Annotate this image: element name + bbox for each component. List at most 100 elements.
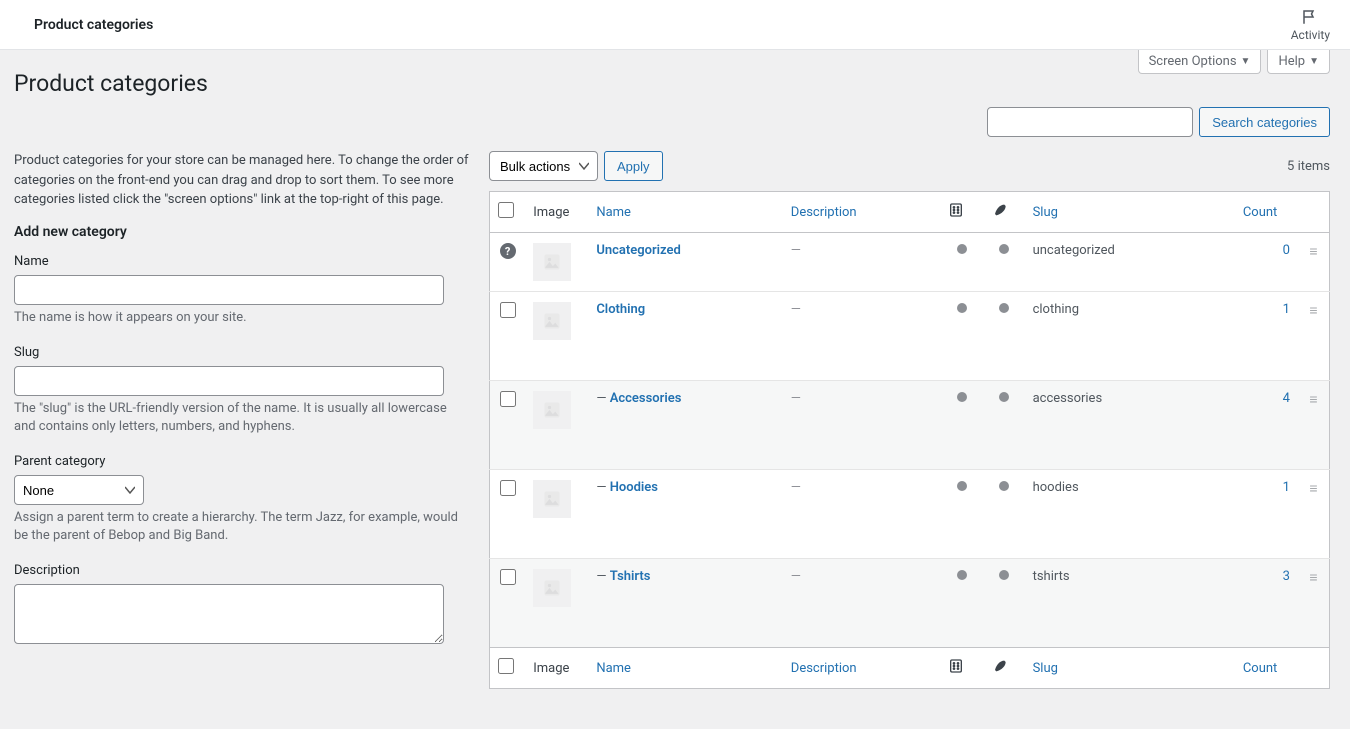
count-link[interactable]: 4 <box>1283 391 1290 406</box>
tablenav-top: Bulk actions Apply 5 items <box>489 151 1330 181</box>
category-name-link[interactable]: Uncategorized <box>596 243 681 258</box>
header-handle <box>1298 192 1330 233</box>
slug-cell: tshirts <box>1025 559 1235 648</box>
add-category-heading: Add new category <box>14 224 469 240</box>
footer-slug[interactable]: Slug <box>1025 648 1235 689</box>
status-dot-icon <box>999 481 1009 491</box>
help-label: Help <box>1278 54 1305 69</box>
table-row: — Hoodies—hoodies1≡ <box>490 470 1330 559</box>
status-dot-icon <box>957 481 967 491</box>
status-dot-icon <box>999 244 1009 254</box>
apply-button[interactable]: Apply <box>604 151 663 181</box>
bulk-actions-select[interactable]: Bulk actions <box>489 151 598 181</box>
search-row: Search categories <box>14 107 1330 137</box>
status-dot-icon <box>957 244 967 254</box>
status-dot-icon <box>957 303 967 313</box>
description-cell: — <box>791 302 801 317</box>
description-label: Description <box>14 563 469 578</box>
drag-handle-icon[interactable]: ≡ <box>1309 481 1317 497</box>
intro-text: Product categories for your store can be… <box>14 151 469 210</box>
footer-count[interactable]: Count <box>1235 648 1298 689</box>
row-checkbox[interactable] <box>500 569 516 585</box>
footer-handle <box>1298 648 1330 689</box>
items-count: 5 items <box>1287 159 1330 174</box>
footer-feather-icon <box>983 648 1025 689</box>
footer-checkbox <box>490 648 526 689</box>
field-description: Description <box>14 563 469 648</box>
right-column: Bulk actions Apply 5 items Image Name De… <box>489 151 1330 689</box>
description-cell: — <box>791 243 801 258</box>
row-checkbox[interactable] <box>500 480 516 496</box>
status-dot-icon <box>999 570 1009 580</box>
status-dot-icon <box>957 570 967 580</box>
header-name[interactable]: Name <box>588 192 782 233</box>
parent-select[interactable]: None <box>14 475 144 505</box>
thumbnail-placeholder <box>533 302 571 340</box>
footer-rankmath-icon <box>940 648 982 689</box>
caret-down-icon: ▼ <box>1309 56 1319 67</box>
count-link[interactable]: 1 <box>1283 480 1290 495</box>
page-title: Product categories <box>14 50 1330 107</box>
name-hint: The name is how it appears on your site. <box>14 309 469 327</box>
footer-description[interactable]: Description <box>783 648 941 689</box>
count-link[interactable]: 3 <box>1283 569 1290 584</box>
screen-options-tab[interactable]: Screen Options ▼ <box>1138 50 1262 74</box>
category-name-link[interactable]: — Accessories <box>596 391 681 406</box>
search-categories-button[interactable]: Search categories <box>1199 107 1330 137</box>
header-feather-icon <box>983 192 1025 233</box>
drag-handle-icon[interactable]: ≡ <box>1309 244 1317 260</box>
header-slug[interactable]: Slug <box>1025 192 1235 233</box>
thumbnail-placeholder <box>533 480 571 518</box>
name-label: Name <box>14 254 469 269</box>
status-dot-icon <box>999 392 1009 402</box>
name-input[interactable] <box>14 275 444 305</box>
topbar: Product categories Activity <box>0 0 1350 50</box>
help-tab[interactable]: Help ▼ <box>1267 50 1330 74</box>
count-link[interactable]: 1 <box>1283 302 1290 317</box>
field-parent: Parent category None Assign a parent ter… <box>14 454 469 545</box>
category-name-link[interactable]: Clothing <box>596 302 645 317</box>
drag-handle-icon[interactable]: ≡ <box>1309 303 1317 319</box>
slug-label: Slug <box>14 345 469 360</box>
screen-options-label: Screen Options <box>1149 54 1237 69</box>
categories-table: Image Name Description Slug Count <box>489 191 1330 689</box>
activity-button[interactable]: Activity <box>1291 8 1330 42</box>
row-checkbox[interactable] <box>500 391 516 407</box>
table-row: — Tshirts—tshirts3≡ <box>490 559 1330 648</box>
search-input[interactable] <box>987 107 1193 137</box>
help-icon[interactable]: ? <box>500 243 516 259</box>
tablenav-left: Bulk actions Apply <box>489 151 663 181</box>
slug-hint: The "slug" is the URL-friendly version o… <box>14 400 469 436</box>
topbar-title: Product categories <box>34 17 153 33</box>
field-slug: Slug The "slug" is the URL-friendly vers… <box>14 345 469 436</box>
drag-handle-icon[interactable]: ≡ <box>1309 570 1317 586</box>
slug-cell: clothing <box>1025 292 1235 381</box>
slug-cell: accessories <box>1025 381 1235 470</box>
header-count[interactable]: Count <box>1235 192 1298 233</box>
left-column: Product categories for your store can be… <box>14 151 469 689</box>
content-area: Screen Options ▼ Help ▼ Product categori… <box>0 50 1350 729</box>
drag-handle-icon[interactable]: ≡ <box>1309 392 1317 408</box>
header-rankmath-icon <box>940 192 982 233</box>
thumbnail-placeholder <box>533 243 571 281</box>
table-header-row: Image Name Description Slug Count <box>490 192 1330 233</box>
row-checkbox[interactable] <box>500 302 516 318</box>
description-input[interactable] <box>14 584 444 644</box>
select-all-checkbox[interactable] <box>498 202 514 218</box>
activity-label: Activity <box>1291 28 1330 42</box>
category-name-link[interactable]: — Hoodies <box>596 480 658 495</box>
status-dot-icon <box>999 303 1009 313</box>
parent-hint: Assign a parent term to create a hierarc… <box>14 509 469 545</box>
footer-name[interactable]: Name <box>588 648 782 689</box>
parent-label: Parent category <box>14 454 469 469</box>
flag-icon <box>1300 8 1320 26</box>
select-all-checkbox-bottom[interactable] <box>498 658 514 674</box>
description-cell: — <box>791 391 801 406</box>
count-link[interactable]: 0 <box>1283 243 1290 258</box>
category-name-link[interactable]: — Tshirts <box>596 569 650 584</box>
header-description[interactable]: Description <box>783 192 941 233</box>
slug-input[interactable] <box>14 366 444 396</box>
header-checkbox <box>490 192 526 233</box>
table-footer-row: Image Name Description Slug Count <box>490 648 1330 689</box>
header-image: Image <box>525 192 588 233</box>
